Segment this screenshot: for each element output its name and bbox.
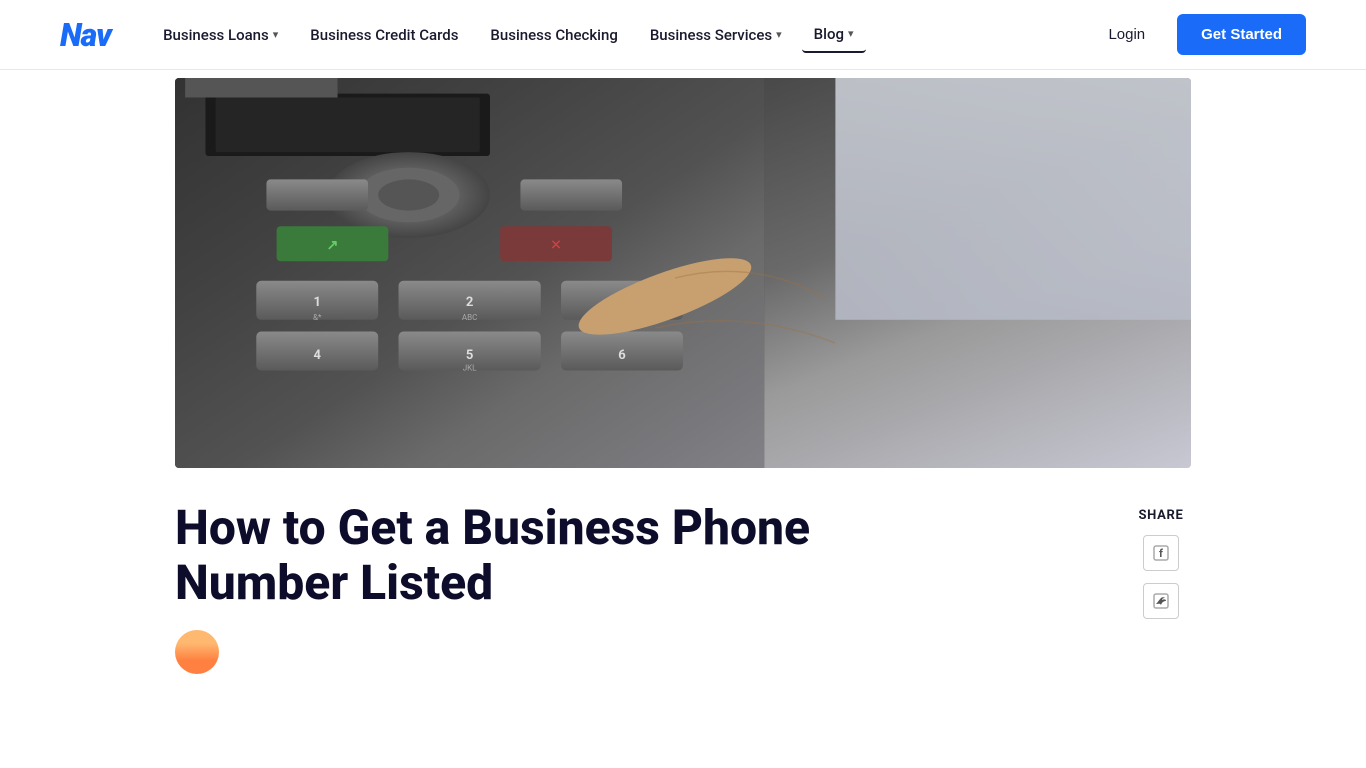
- nav-blog[interactable]: Blog ▾: [802, 17, 866, 53]
- svg-text:6: 6: [618, 348, 626, 363]
- nav-business-checking[interactable]: Business Checking: [478, 18, 629, 52]
- facebook-share-button[interactable]: f: [1143, 535, 1179, 571]
- nav-business-checking-label: Business Checking: [490, 26, 617, 44]
- site-header: Nav Business Loans ▾ Business Credit Car…: [0, 0, 1366, 70]
- site-logo[interactable]: Nav: [60, 16, 111, 54]
- twitter-icon: [1153, 593, 1169, 609]
- svg-text:✕: ✕: [550, 238, 562, 254]
- nav-blog-label: Blog: [814, 25, 844, 43]
- main-nav: Business Loans ▾ Business Credit Cards B…: [151, 17, 1092, 53]
- svg-text:↗: ↗: [327, 238, 339, 254]
- chevron-down-icon-3: ▾: [848, 27, 854, 40]
- svg-text:f: f: [1159, 547, 1163, 560]
- hero-image-container: ↗ ✕ 1 &* 2 ABC 3 DEF 4 5 JKL 6: [115, 78, 1251, 468]
- svg-text:4: 4: [314, 348, 322, 363]
- twitter-share-button[interactable]: [1143, 583, 1179, 619]
- get-started-button[interactable]: Get Started: [1177, 14, 1306, 55]
- nav-business-loans[interactable]: Business Loans ▾: [151, 18, 290, 52]
- nav-business-credit-cards[interactable]: Business Credit Cards: [298, 18, 470, 52]
- nav-business-services-label: Business Services: [650, 26, 772, 44]
- hero-image: ↗ ✕ 1 &* 2 ABC 3 DEF 4 5 JKL 6: [175, 78, 1191, 468]
- nav-business-loans-label: Business Loans: [163, 26, 269, 44]
- author-avatar: [175, 630, 219, 674]
- nav-business-services[interactable]: Business Services ▾: [638, 18, 794, 52]
- article-title: How to Get a Business Phone Number Liste…: [175, 500, 875, 610]
- login-button[interactable]: Login: [1092, 18, 1161, 51]
- nav-business-credit-cards-label: Business Credit Cards: [310, 26, 458, 44]
- chevron-down-icon: ▾: [273, 28, 279, 41]
- svg-text:ABC: ABC: [462, 313, 477, 322]
- svg-text:&*: &*: [313, 313, 322, 322]
- svg-text:1: 1: [314, 295, 321, 310]
- svg-text:2: 2: [466, 295, 473, 310]
- svg-text:5: 5: [466, 348, 473, 363]
- author-avatar-image: [175, 630, 219, 674]
- share-label: SHARE: [1139, 508, 1184, 523]
- article-content: How to Get a Business Phone Number Liste…: [175, 500, 1091, 674]
- hero-svg: ↗ ✕ 1 &* 2 ABC 3 DEF 4 5 JKL 6: [175, 78, 1191, 468]
- content-area: How to Get a Business Phone Number Liste…: [115, 500, 1251, 674]
- facebook-icon: f: [1153, 545, 1169, 561]
- nav-actions: Login Get Started: [1092, 14, 1306, 55]
- svg-text:JKL: JKL: [463, 364, 477, 373]
- chevron-down-icon-2: ▾: [776, 28, 782, 41]
- share-sidebar: SHARE f: [1131, 500, 1191, 619]
